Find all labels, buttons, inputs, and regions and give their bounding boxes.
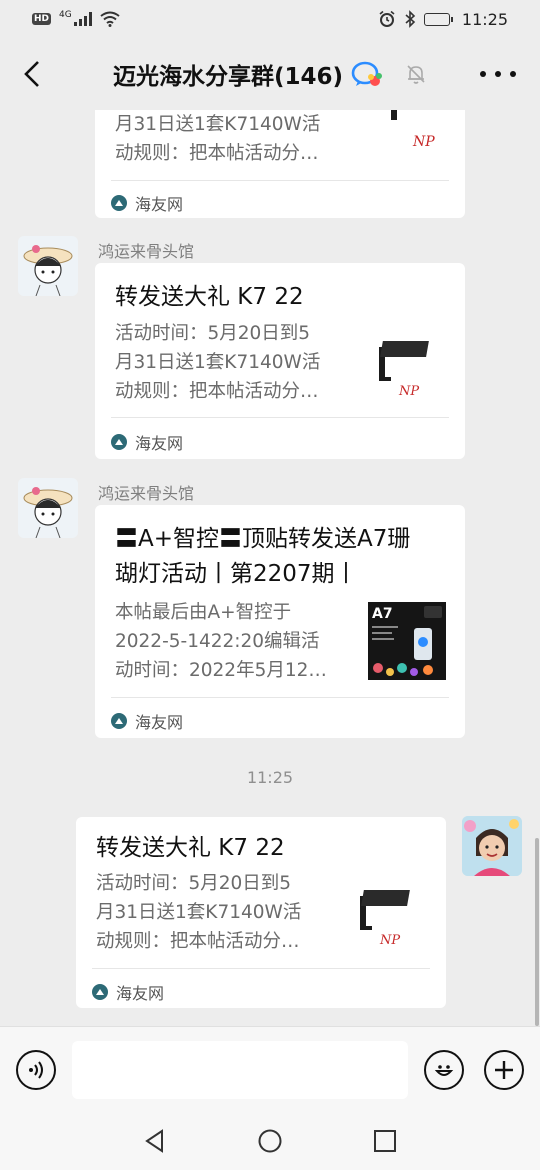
chat-area[interactable]: 月31日送1套K7140W活 动规则：把本帖活动分… NP 海友网 鸿运来骨头馆… bbox=[0, 110, 540, 1026]
status-right: 11:25 bbox=[378, 10, 508, 29]
alarm-icon bbox=[379, 10, 395, 27]
more-dots-icon[interactable] bbox=[480, 62, 516, 86]
card-source: 海友网 bbox=[111, 430, 183, 454]
card-desc-line: 月31日送1套K7140W活 bbox=[115, 352, 321, 373]
link-card[interactable]: 转发送大礼 K7 22 活动时间：5月20日到5 月31日送1套K7140W活 … bbox=[76, 817, 446, 1008]
plus-icon bbox=[495, 1061, 513, 1079]
wifi-icon bbox=[100, 11, 120, 27]
status-left: HD 4G bbox=[32, 10, 120, 27]
scrollbar[interactable] bbox=[535, 838, 539, 1026]
nav-recents-icon[interactable] bbox=[372, 1128, 398, 1154]
link-card[interactable]: 月31日送1套K7140W活 动规则：把本帖活动分… NP 海友网 bbox=[95, 110, 465, 218]
voice-icon bbox=[29, 1061, 43, 1079]
card-thumbnail: NP bbox=[369, 110, 447, 168]
card-desc-line: 活动时间：5月20日到5 bbox=[96, 873, 292, 894]
link-card[interactable]: 转发送大礼 K7 22 活动时间：5月20日到5 月31日送1套K7140W活 … bbox=[95, 263, 465, 459]
hd-badge: HD bbox=[32, 13, 52, 25]
card-source: 海友网 bbox=[111, 191, 183, 215]
card-source: 海友网 bbox=[92, 980, 164, 1004]
battery-icon bbox=[423, 12, 453, 26]
source-name: 海友网 bbox=[116, 984, 165, 1003]
card-desc-line: 动规则：把本帖活动分… bbox=[96, 931, 300, 952]
source-logo-icon bbox=[111, 434, 127, 450]
card-divider bbox=[111, 417, 449, 418]
card-thumbnail: NP bbox=[350, 878, 428, 956]
bell-off-icon bbox=[407, 65, 425, 84]
card-desc-line: 月31日送1套K7140W活 bbox=[96, 902, 302, 923]
input-bar bbox=[0, 1026, 540, 1112]
group-chat-icon bbox=[351, 61, 383, 86]
card-source: 海友网 bbox=[111, 709, 183, 733]
card-desc-line: 月31日送1套K7140W活 bbox=[115, 114, 321, 135]
avatar[interactable] bbox=[18, 478, 78, 538]
card-title: 瑚灯活动丨第2207期丨 bbox=[115, 561, 358, 587]
card-divider bbox=[111, 697, 449, 698]
network-type: 4G bbox=[59, 10, 72, 20]
emoji-icon bbox=[434, 1065, 454, 1076]
link-card[interactable]: 〓A+智控〓顶贴转发送A7珊 瑚灯活动丨第2207期丨 本帖最后由A+智控于 2… bbox=[95, 505, 465, 738]
thumb-brand: NP bbox=[398, 384, 419, 399]
nav-bar bbox=[0, 1112, 540, 1170]
card-title: 转发送大礼 K7 22 bbox=[115, 284, 304, 310]
message-input[interactable] bbox=[72, 1041, 408, 1099]
source-name: 海友网 bbox=[135, 713, 184, 732]
thumb-a7: A7 bbox=[372, 606, 393, 622]
back-button[interactable] bbox=[14, 56, 50, 92]
card-thumbnail: A7 bbox=[368, 602, 446, 680]
add-button[interactable] bbox=[484, 1050, 524, 1090]
card-desc-line: 动规则：把本帖活动分… bbox=[115, 381, 319, 402]
card-thumbnail: NP bbox=[369, 329, 447, 407]
source-logo-icon bbox=[111, 713, 127, 729]
chat-title[interactable]: 迈光海水分享群(146) bbox=[113, 57, 343, 91]
title-group: 迈光海水分享群(146) bbox=[113, 57, 427, 91]
avatar[interactable] bbox=[18, 236, 78, 296]
sender-name: 鸿运来骨头馆 bbox=[98, 484, 195, 503]
card-title: 〓A+智控〓顶贴转发送A7珊 bbox=[115, 526, 411, 552]
card-desc-line: 本帖最后由A+智控于 bbox=[115, 602, 292, 623]
timestamp: 11:25 bbox=[246, 768, 294, 787]
chevron-left-icon bbox=[24, 61, 39, 87]
card-desc-line: 动时间：2022年5月12… bbox=[115, 660, 327, 681]
source-logo-icon bbox=[92, 984, 108, 1000]
source-name: 海友网 bbox=[135, 434, 184, 453]
status-time: 11:25 bbox=[461, 9, 508, 29]
source-logo-icon bbox=[111, 195, 127, 211]
thumb-brand: NP bbox=[379, 933, 400, 948]
bluetooth-icon bbox=[405, 10, 416, 28]
card-divider bbox=[111, 180, 449, 181]
self-avatar[interactable] bbox=[462, 816, 522, 876]
thumb-brand: NP bbox=[412, 134, 435, 150]
card-divider bbox=[92, 968, 430, 969]
card-title: 转发送大礼 K7 22 bbox=[96, 835, 285, 861]
voice-button[interactable] bbox=[16, 1050, 56, 1090]
title-bar: 迈光海水分享群(146) bbox=[0, 38, 540, 110]
card-desc-line: 动规则：把本帖活动分… bbox=[115, 143, 319, 164]
source-name: 海友网 bbox=[135, 195, 184, 214]
nav-home-icon[interactable] bbox=[257, 1128, 283, 1154]
signal-icon bbox=[73, 12, 92, 26]
card-desc-line: 活动时间：5月20日到5 bbox=[115, 323, 311, 344]
status-bar: HD 4G 11:25 bbox=[0, 0, 540, 38]
sender-name: 鸿运来骨头馆 bbox=[98, 242, 195, 261]
emoji-button[interactable] bbox=[424, 1050, 464, 1090]
card-desc-line: 2022-5-1422:20编辑活 bbox=[115, 631, 320, 652]
nav-back-icon[interactable] bbox=[142, 1128, 168, 1154]
